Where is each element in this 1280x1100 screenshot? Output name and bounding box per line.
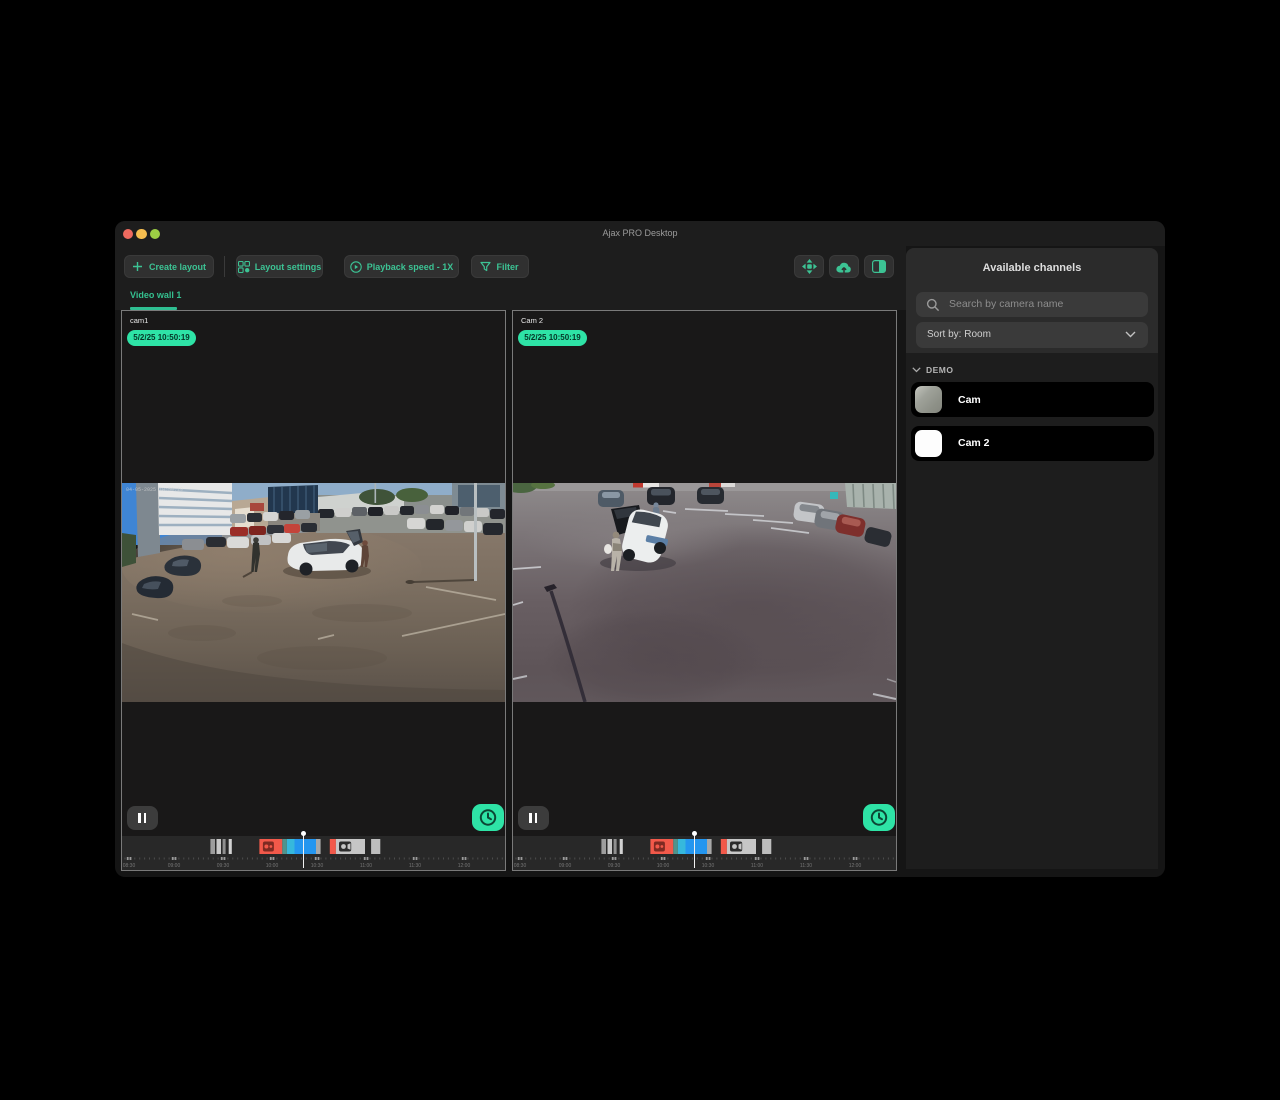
svg-text:09:00: 09:00 [559,863,572,869]
svg-text:11:00: 11:00 [360,863,372,869]
svg-text:09:00: 09:00 [168,863,181,869]
svg-text:04-05-2025 10:50:19: 04-05-2025 10:50:19 [126,487,183,493]
svg-text:08:30: 08:30 [514,863,527,869]
svg-text:10:30: 10:30 [311,863,324,869]
svg-text:09:30: 09:30 [217,863,230,869]
svg-text:10:00: 10:00 [657,863,670,869]
svg-text:10:30: 10:30 [702,863,715,869]
svg-text:09:30: 09:30 [608,863,621,869]
svg-text:11:30: 11:30 [800,863,812,869]
svg-text:08:30: 08:30 [123,863,136,869]
svg-text:11:00: 11:00 [751,863,763,869]
svg-text:10:00: 10:00 [266,863,279,869]
svg-text:12:00: 12:00 [849,863,862,869]
svg-text:12:00: 12:00 [458,863,471,869]
svg-text:11:30: 11:30 [409,863,421,869]
